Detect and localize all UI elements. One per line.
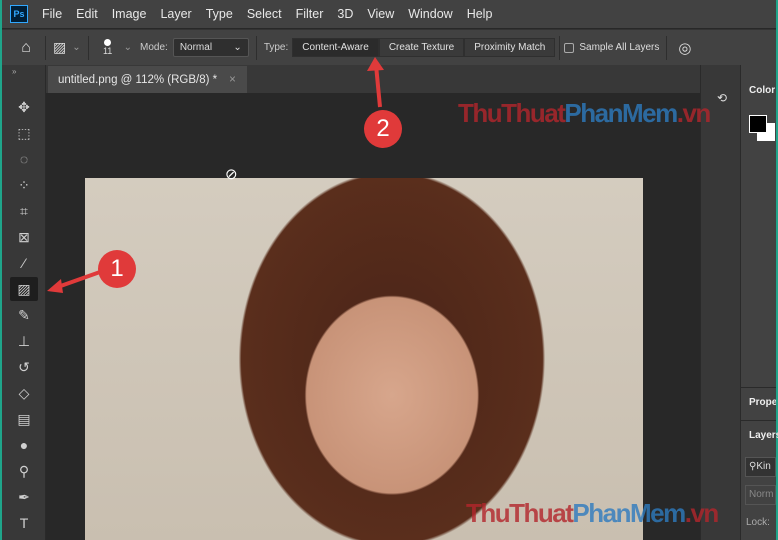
marquee-tool-icon[interactable]: ⬚ — [10, 121, 38, 145]
layers-panel-tab[interactable]: Layers — [749, 430, 778, 441]
canvas-image[interactable] — [85, 178, 643, 540]
type-proximity-match-button[interactable]: Proximity Match — [464, 38, 556, 57]
tools-panel: » ✥ ⬚ ◌ ⁘ ⌗ ⊠ ⁄ ▨ ✎ ⊥ ↺ ◇ ▤ ● ⚲ ✒ T — [2, 65, 46, 540]
menu-type[interactable]: Type — [206, 7, 233, 21]
pen-tool-icon[interactable]: ✒ — [10, 485, 38, 509]
menu-select[interactable]: Select — [247, 7, 282, 21]
step-2-badge: 2 — [364, 110, 402, 148]
menu-filter[interactable]: Filter — [296, 7, 324, 21]
collapse-icon[interactable]: » — [12, 67, 16, 76]
mode-label: Mode: — [140, 42, 168, 53]
dodge-tool-icon[interactable]: ⚲ — [10, 459, 38, 483]
brush-size-picker[interactable]: 11 — [96, 39, 120, 56]
foreground-color-swatch[interactable] — [749, 115, 767, 133]
quick-select-tool-icon[interactable]: ⁘ — [10, 173, 38, 197]
menu-window[interactable]: Window — [408, 7, 452, 21]
document-title: untitled.png @ 112% (RGB/8) * — [58, 73, 218, 86]
cursor-not-allowed-icon: ⊘ — [225, 166, 238, 183]
pressure-icon[interactable]: ◎ — [678, 39, 691, 57]
type-label: Type: — [263, 42, 289, 53]
properties-panel-tab[interactable]: Prope — [749, 397, 776, 408]
brush-tool-icon[interactable]: ✎ — [10, 303, 38, 327]
menu-edit[interactable]: Edit — [76, 7, 98, 21]
menu-file[interactable]: File — [42, 7, 62, 21]
arrow-1-icon — [47, 270, 101, 293]
document-tab[interactable]: untitled.png @ 112% (RGB/8) * × — [48, 66, 247, 93]
right-panels: Color Prope Layers ⚲Kin Norm Lock: — [740, 65, 778, 540]
menu-image[interactable]: Image — [112, 7, 147, 21]
collapsed-panel-dock: ⟲ — [700, 65, 740, 540]
eyedropper-tool-icon[interactable]: ⁄ — [10, 251, 38, 275]
history-brush-tool-icon[interactable]: ↺ — [10, 355, 38, 379]
sample-all-layers-checkbox[interactable] — [564, 42, 575, 53]
menu-help[interactable]: Help — [467, 7, 493, 21]
clone-stamp-tool-icon[interactable]: ⊥ — [10, 329, 38, 353]
chevron-down-icon[interactable]: ⌄ — [72, 42, 80, 53]
lock-label: Lock: — [746, 517, 770, 528]
watermark-bottom: ThuThuatPhanMem.vn — [466, 498, 719, 528]
mode-select[interactable]: Normal ⌄ — [172, 38, 249, 57]
frame-tool-icon[interactable]: ⊠ — [10, 225, 38, 249]
gradient-tool-icon[interactable]: ▤ — [10, 407, 38, 431]
spot-healing-brush-tool-icon[interactable]: ▨ — [10, 277, 38, 301]
menu-bar: Ps File Edit Image Layer Type Select Fil… — [2, 0, 776, 28]
blur-tool-icon[interactable]: ● — [10, 433, 38, 457]
menu-layer[interactable]: Layer — [160, 7, 191, 21]
eraser-tool-icon[interactable]: ◇ — [10, 381, 38, 405]
watermark-top: ThuThuatPhanMem.vn — [458, 98, 711, 128]
crop-tool-icon[interactable]: ⌗ — [10, 199, 38, 223]
menu-3d[interactable]: 3D — [337, 7, 353, 21]
arrow-2-icon — [367, 57, 384, 108]
history-panel-icon[interactable]: ⟲ — [717, 91, 727, 105]
move-tool-icon[interactable]: ✥ — [10, 95, 38, 119]
photoshop-logo: Ps — [10, 5, 28, 23]
type-tool-icon[interactable]: T — [10, 511, 38, 535]
layer-filter-kind[interactable]: ⚲Kin — [745, 457, 776, 477]
brush-size: 11 — [102, 46, 113, 56]
chevron-down-icon[interactable]: ⌄ — [124, 42, 132, 53]
close-tab-icon[interactable]: × — [229, 74, 236, 86]
home-icon[interactable]: ⌂ — [14, 39, 38, 57]
menu-view[interactable]: View — [367, 7, 394, 21]
brush-tip-icon — [104, 39, 112, 46]
color-panel-tab[interactable]: Color — [749, 85, 775, 96]
spot-healing-brush-preset-icon[interactable]: ▨ — [53, 39, 66, 56]
lasso-tool-icon[interactable]: ◌ — [10, 147, 38, 171]
blend-mode-select[interactable]: Norm — [745, 485, 776, 505]
sample-all-layers-label[interactable]: Sample All Layers — [579, 42, 659, 53]
